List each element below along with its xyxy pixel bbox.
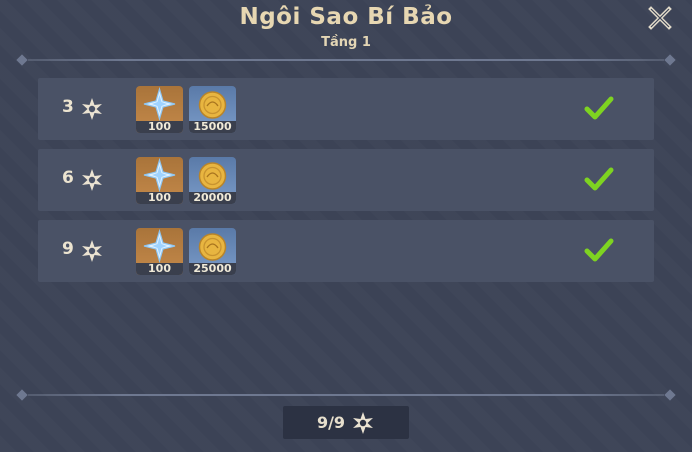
star-progress-count: 9/9 [316,413,346,432]
mora-coin-icon [198,162,227,190]
reward-item-primogem[interactable]: 100 [136,228,183,275]
star-requirement: 6 [62,168,74,188]
bottom-divider [14,389,678,401]
primogem-icon [143,157,176,193]
claimed-check-icon [584,238,614,262]
reward-item-mora[interactable]: 20000 [189,157,236,204]
reward-quantity: 20000 [189,192,236,204]
reward-row: 9 100 25000 [38,220,654,282]
floor-subtitle: Tầng 1 [321,35,371,50]
mora-coin-icon [198,233,227,261]
reward-quantity: 100 [136,121,183,133]
reward-item-mora[interactable]: 15000 [189,86,236,133]
reward-quantity: 100 [136,192,183,204]
primogem-icon [143,86,176,122]
abyss-star-icon [82,98,102,120]
reward-quantity: 15000 [189,121,236,133]
reward-item-primogem[interactable]: 100 [136,157,183,204]
reward-item-primogem[interactable]: 100 [136,86,183,133]
mora-coin-icon [198,91,227,119]
primogem-icon [143,228,176,264]
star-progress: 9/9 [283,406,409,439]
reward-list: 3 100 15000 6 100 20000 9 100 25000 [38,78,654,291]
reward-panel: Ngôi Sao Bí Bảo Tầng 1 3 100 15000 6 100… [0,0,692,452]
star-requirement: 9 [62,239,74,259]
reward-row: 6 100 20000 [38,149,654,211]
abyss-star-icon [353,411,374,434]
reward-row: 3 100 15000 [38,78,654,140]
reward-item-mora[interactable]: 25000 [189,228,236,275]
claimed-check-icon [584,96,614,120]
reward-quantity: 25000 [189,263,236,275]
page-title: Ngôi Sao Bí Bảo [239,4,453,30]
abyss-star-icon [82,240,102,262]
top-divider [14,54,678,66]
star-requirement: 3 [62,97,74,117]
claimed-check-icon [584,167,614,191]
reward-quantity: 100 [136,263,183,275]
abyss-star-icon [82,169,102,191]
close-icon [648,6,672,30]
close-button[interactable] [646,4,674,32]
